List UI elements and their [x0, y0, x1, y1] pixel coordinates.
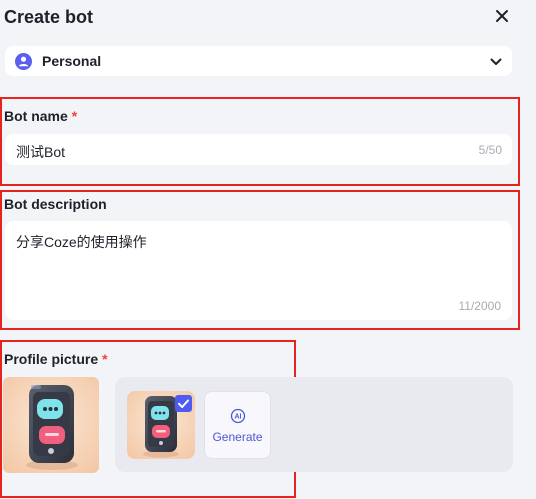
- generate-label: Generate: [212, 430, 263, 444]
- bot-description-input[interactable]: 分享Coze的使用操作 11/2000: [5, 221, 512, 320]
- required-mark: *: [102, 351, 108, 367]
- profile-picture-preview: [3, 377, 99, 473]
- bot-name-counter: 5/50: [478, 143, 502, 157]
- bot-name-label: Bot name *: [4, 108, 77, 124]
- profile-picture-label-text: Profile picture: [4, 351, 99, 367]
- ai-badge-text: AI: [235, 414, 242, 421]
- profile-picture-label: Profile picture *: [4, 351, 108, 367]
- workspace-selected-label: Personal: [42, 53, 102, 69]
- bot-name-label-text: Bot name: [4, 108, 68, 124]
- close-icon[interactable]: [493, 7, 511, 25]
- selected-check-icon: [175, 395, 192, 412]
- dialog-title: Create bot: [4, 7, 94, 27]
- required-mark: *: [71, 108, 78, 124]
- bot-description-counter: 11/2000: [458, 299, 502, 313]
- bot-description-value: 分享Coze的使用操作: [16, 234, 147, 250]
- chevron-down-icon: [490, 58, 502, 65]
- bot-name-input[interactable]: 测试Bot 5/50: [5, 134, 512, 165]
- generate-avatar-button[interactable]: AI Generate: [204, 391, 271, 459]
- bot-description-label: Bot description: [4, 196, 107, 212]
- bot-name-value: 测试Bot: [16, 144, 66, 160]
- workspace-select[interactable]: Personal: [5, 46, 512, 76]
- ai-generate-icon: AI: [230, 408, 246, 424]
- person-icon: [15, 53, 32, 70]
